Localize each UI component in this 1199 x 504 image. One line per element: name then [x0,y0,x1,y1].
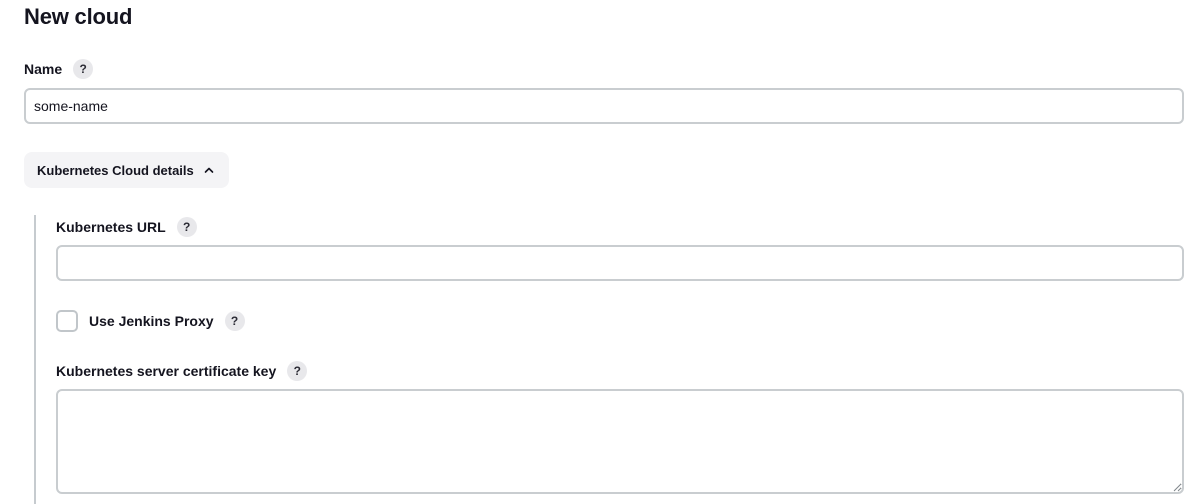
url-label-row: Kubernetes URL ? [56,217,197,237]
use-jenkins-proxy-checkbox[interactable] [56,310,78,332]
kubernetes-url-input[interactable] [56,245,1184,281]
name-label-row: Name ? [24,59,94,79]
section-indent-line [34,215,36,504]
url-help-icon[interactable]: ? [176,217,197,237]
cert-help-icon[interactable]: ? [287,361,308,381]
section-title: Kubernetes Cloud details [37,162,194,178]
cert-label-row: Kubernetes server certificate key ? [56,361,308,381]
kubernetes-cloud-details-toggle[interactable]: Kubernetes Cloud details [24,152,229,188]
proxy-help-icon[interactable]: ? [224,311,245,331]
name-label: Name [24,61,63,77]
chevron-up-icon [204,167,214,173]
proxy-label-row: Use Jenkins Proxy ? [89,311,245,331]
certificate-key-textarea[interactable] [56,389,1184,494]
url-label: Kubernetes URL [56,219,166,235]
page-title: New cloud [24,4,133,29]
new-cloud-page: New cloud Name ? Kubernetes Cloud detail… [0,0,1199,504]
name-input[interactable] [24,88,1184,124]
resize-grip-icon[interactable] [1172,482,1182,492]
proxy-label[interactable]: Use Jenkins Proxy [89,313,214,329]
name-help-icon[interactable]: ? [73,59,94,79]
cert-label: Kubernetes server certificate key [56,363,277,379]
